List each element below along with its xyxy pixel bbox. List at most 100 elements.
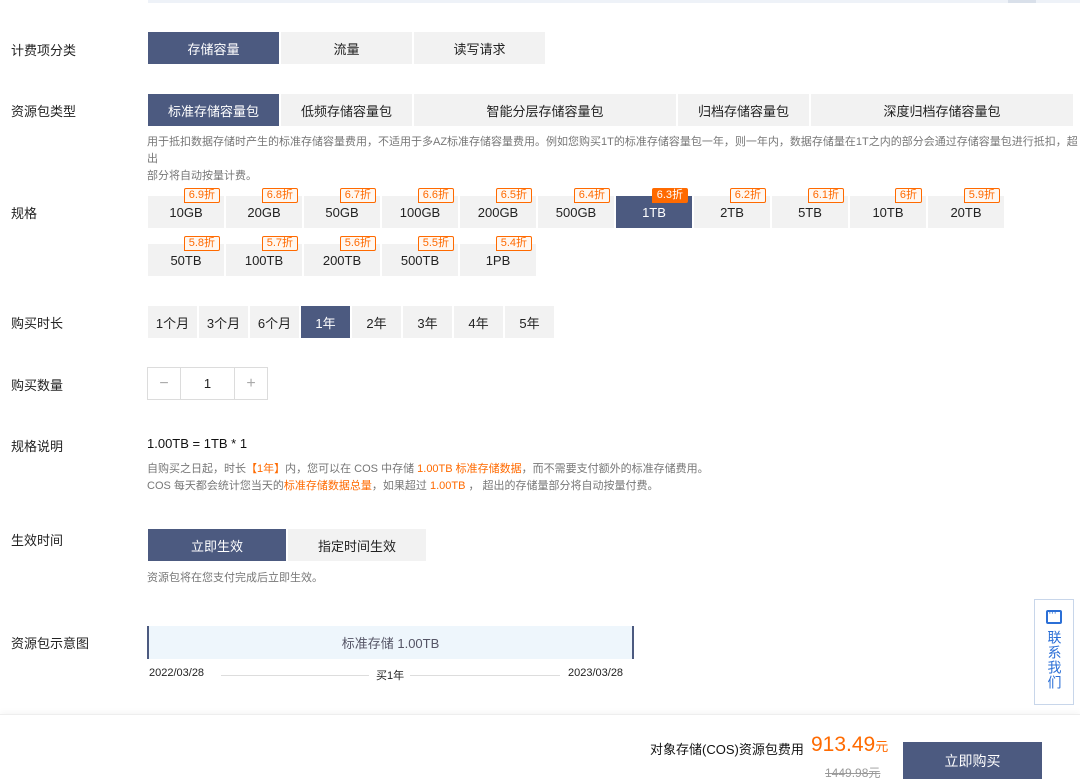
top-strip-knob: [1008, 0, 1036, 3]
spec-option[interactable]: 10TB 6折: [850, 188, 926, 228]
package-type-standard[interactable]: 标准存储容量包: [148, 94, 279, 126]
discount-badge: 5.4折: [495, 236, 532, 251]
discount-badge: 6.4折: [573, 188, 610, 203]
price-amount: 913.49: [811, 733, 876, 756]
duration-option[interactable]: 4年: [454, 306, 503, 338]
billing-item-requests[interactable]: 读写请求: [414, 32, 545, 64]
spec-option[interactable]: 5TB 6.1折: [772, 188, 848, 228]
billing-item-selector: 存储容量 流量 读写请求: [148, 32, 547, 64]
spec-size: 200GB: [477, 204, 519, 220]
timeline-end-date: 2023/03/28: [568, 667, 624, 679]
spec-label: 规格: [11, 206, 38, 221]
package-timeline: 2022/03/28 买1年 2023/03/28: [147, 667, 634, 683]
spec-size: 200TB: [322, 252, 362, 268]
billing-item-storage[interactable]: 存储容量: [148, 32, 279, 64]
current-price: 913.49元: [811, 733, 888, 757]
duration-option[interactable]: 1年: [301, 306, 350, 338]
spec-option[interactable]: 100TB 5.7折: [226, 236, 302, 276]
quantity-minus-button[interactable]: −: [148, 368, 180, 399]
spec-note-line2: COS 每天都会统计您当天的标准存储数据总量，如果超过 1.00TB ， 超出的…: [147, 478, 709, 495]
spec-option[interactable]: 20GB 6.8折: [226, 188, 302, 228]
timeline-start-date: 2022/03/28: [149, 667, 205, 679]
package-desc-line1: 用于抵扣数据存储时产生的标准存储容量费用，不适用于多AZ标准存储容量费用。例如您…: [147, 136, 1078, 165]
spec-option[interactable]: 10GB 6.9折: [148, 188, 224, 228]
spec-option[interactable]: 2TB 6.2折: [694, 188, 770, 228]
duration-option[interactable]: 3个月: [199, 306, 248, 338]
spec-note-text: COS 每天都会统计您当天的: [147, 480, 284, 492]
spec-option[interactable]: 1PB 5.4折: [460, 236, 536, 276]
discount-badge: 5.8折: [183, 236, 220, 251]
spec-size: 20TB: [950, 204, 982, 220]
spec-option[interactable]: 500GB 6.4折: [538, 188, 614, 228]
spec-note-total: 标准存储数据总量: [283, 480, 372, 492]
quantity-label: 购买数量: [11, 378, 64, 393]
spec-desc-label: 规格说明: [11, 439, 64, 454]
spec-size: 100GB: [399, 204, 441, 220]
spec-size: 500GB: [555, 204, 597, 220]
timeline-line-left: [221, 675, 369, 676]
discount-badge: 6.2折: [729, 188, 766, 203]
spec-option[interactable]: 500TB 5.5折: [382, 236, 458, 276]
package-type-infrequent[interactable]: 低频存储容量包: [281, 94, 412, 126]
duration-option[interactable]: 2年: [352, 306, 401, 338]
spec-option[interactable]: 50GB 6.7折: [304, 188, 380, 228]
duration-option[interactable]: 1个月: [148, 306, 197, 338]
spec-size: 1PB: [485, 252, 511, 268]
quantity-input[interactable]: 1: [180, 368, 235, 399]
purchase-footer: 对象存储(COS)资源包费用 913.49元 1449.98元 立即购买: [0, 714, 1080, 783]
diagram-label: 资源包示意图: [11, 636, 90, 651]
package-type-description: 用于抵扣数据存储时产生的标准存储容量费用，不适用于多AZ标准存储容量费用。例如您…: [147, 134, 1080, 185]
duration-option[interactable]: 5年: [505, 306, 554, 338]
billing-item-label: 计费项分类: [11, 43, 77, 58]
spec-option[interactable]: 1TB 6.3折: [616, 188, 692, 228]
buy-now-button[interactable]: 立即购买: [903, 742, 1042, 779]
package-type-selector: 标准存储容量包 低频存储容量包 智能分层存储容量包 归档存储容量包 深度归档存储…: [148, 94, 1075, 126]
spec-option[interactable]: 50TB 5.8折: [148, 236, 224, 276]
billing-item-traffic[interactable]: 流量: [281, 32, 412, 64]
package-type-label: 资源包类型: [11, 104, 77, 119]
package-type-intelligent[interactable]: 智能分层存储容量包: [414, 94, 676, 126]
spec-size: 500TB: [400, 252, 440, 268]
spec-size: 2TB: [720, 204, 744, 220]
spec-note-limit: 1.00TB: [429, 480, 466, 492]
timeline-line-right: [410, 675, 560, 676]
effective-time-selector: 立即生效 指定时间生效: [148, 529, 428, 561]
spec-size: 50GB: [325, 204, 359, 220]
spec-option[interactable]: 100GB 6.6折: [382, 188, 458, 228]
quantity-stepper: − 1 +: [147, 367, 268, 400]
spec-option[interactable]: 200GB 6.5折: [460, 188, 536, 228]
spec-formula: 1.00TB = 1TB * 1: [147, 436, 248, 451]
top-scroll-strip: [148, 0, 1080, 3]
duration-option[interactable]: 6个月: [250, 306, 299, 338]
spec-size: 1TB: [642, 204, 666, 220]
contact-us-button[interactable]: 联系我们: [1034, 599, 1074, 705]
spec-note-line1: 自购买之日起，时长【1年】内，您可以在 COS 中存储 1.00TB 标准存储数…: [147, 461, 709, 478]
quantity-plus-button[interactable]: +: [235, 368, 267, 399]
spec-size: 50TB: [170, 252, 202, 268]
package-type-deep-archive[interactable]: 深度归档存储容量包: [811, 94, 1073, 126]
spec-note-text: ，而不需要支付额外的标准存储费用。: [521, 463, 709, 475]
spec-note-text: 内，您可以在 COS 中存储: [285, 463, 415, 475]
effective-immediate[interactable]: 立即生效: [148, 529, 286, 561]
discount-badge: 5.6折: [339, 236, 376, 251]
spec-note-amount: 1.00TB 标准存储数据: [417, 463, 522, 475]
discount-badge: 6.9折: [183, 188, 220, 203]
spec-option[interactable]: 20TB 5.9折: [928, 188, 1004, 228]
discount-badge: 6.8折: [261, 188, 298, 203]
spec-note-text: ，如果超过: [371, 480, 427, 492]
chat-icon: [1046, 606, 1062, 624]
spec-note-text: ， 超出的存储量部分将自动按量付费。: [468, 480, 659, 492]
effective-time-label: 生效时间: [11, 533, 64, 548]
effective-scheduled[interactable]: 指定时间生效: [288, 529, 426, 561]
original-price: 1449.98元: [825, 766, 881, 780]
price-currency: 元: [875, 739, 889, 754]
spec-size: 10TB: [872, 204, 904, 220]
duration-option[interactable]: 3年: [403, 306, 452, 338]
spec-option[interactable]: 200TB 5.6折: [304, 236, 380, 276]
package-type-archive[interactable]: 归档存储容量包: [678, 94, 809, 126]
discount-badge: 6折: [894, 188, 922, 203]
spec-note-duration: 【1年】: [246, 463, 286, 475]
spec-note: 自购买之日起，时长【1年】内，您可以在 COS 中存储 1.00TB 标准存储数…: [147, 461, 709, 495]
spec-size: 10GB: [169, 204, 203, 220]
spec-note-text: 自购买之日起，时长: [147, 463, 246, 475]
